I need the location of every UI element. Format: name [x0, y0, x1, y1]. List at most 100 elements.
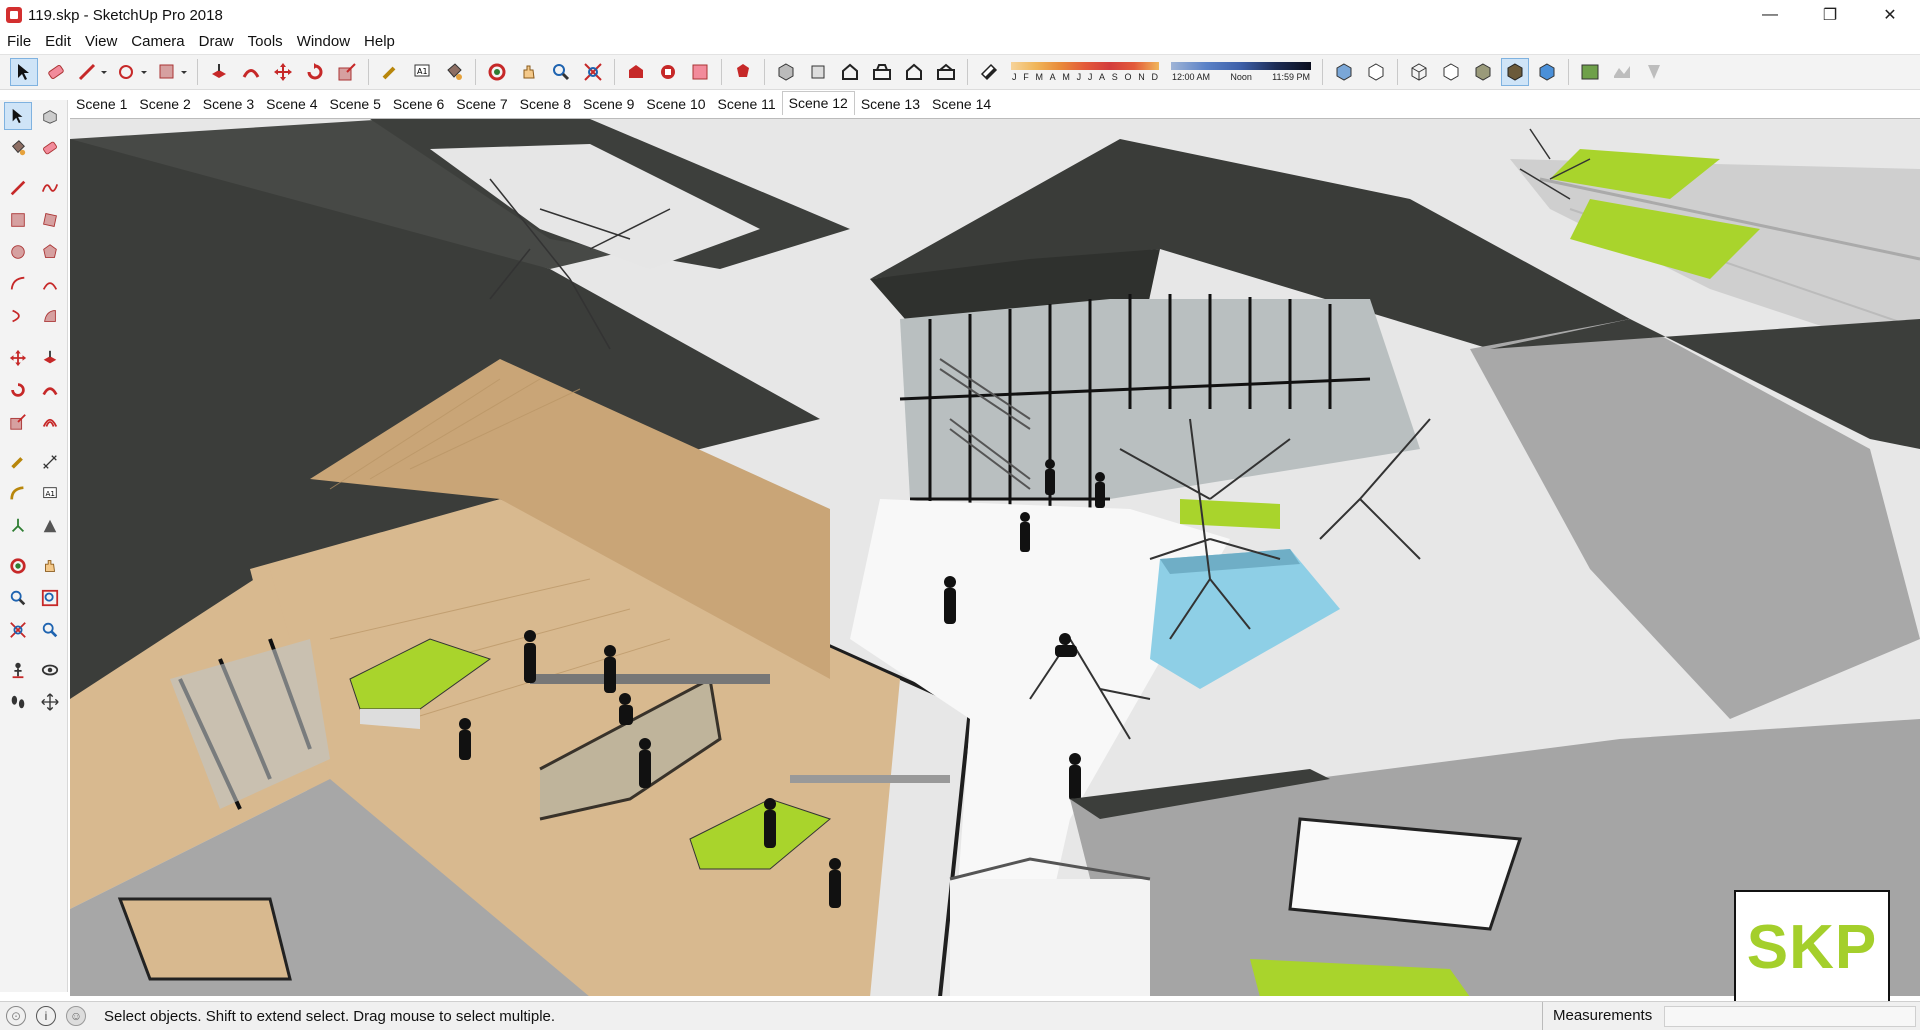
front-view-icon[interactable]: [836, 58, 864, 86]
photo-textures-icon[interactable]: [1640, 58, 1668, 86]
model-viewport[interactable]: [70, 118, 1920, 996]
shadow-toggle-icon[interactable]: [975, 58, 1003, 86]
tab-scene-11[interactable]: Scene 11: [712, 93, 782, 115]
menu-edit[interactable]: Edit: [38, 33, 78, 50]
tab-scene-9[interactable]: Scene 9: [577, 93, 640, 115]
back-view-icon[interactable]: [900, 58, 928, 86]
close-button[interactable]: ✕: [1860, 0, 1920, 30]
move-tool-icon[interactable]: [4, 344, 32, 372]
previous-view-icon[interactable]: [36, 616, 64, 644]
minimize-button[interactable]: —: [1740, 0, 1800, 30]
three-point-arc-icon[interactable]: [4, 302, 32, 330]
orbit-icon[interactable]: [4, 552, 32, 580]
section-plane-icon[interactable]: [36, 688, 64, 716]
maximize-button[interactable]: ❐: [1800, 0, 1860, 30]
monochrome-icon[interactable]: [1533, 58, 1561, 86]
scale-tool-icon[interactable]: [4, 408, 32, 436]
shaded-textures-icon[interactable]: [1501, 58, 1529, 86]
tab-scene-8[interactable]: Scene 8: [514, 93, 577, 115]
zoom-icon[interactable]: [4, 584, 32, 612]
rotate-tool-icon[interactable]: [301, 58, 329, 86]
toggle-terrain-icon[interactable]: [1608, 58, 1636, 86]
offset-tool-icon[interactable]: [36, 408, 64, 436]
rotate-tool-icon[interactable]: [4, 376, 32, 404]
two-point-arc-icon[interactable]: [36, 270, 64, 298]
tab-scene-3[interactable]: Scene 3: [197, 93, 260, 115]
arc-tool-icon[interactable]: [4, 270, 32, 298]
zoom-icon[interactable]: [547, 58, 575, 86]
shape-tool-icon[interactable]: [114, 58, 150, 86]
shadow-month-slider[interactable]: J F M A M J J A S O N D: [1011, 57, 1159, 87]
ruby-icon[interactable]: [729, 58, 757, 86]
tab-scene-6[interactable]: Scene 6: [387, 93, 450, 115]
tab-scene-14[interactable]: Scene 14: [926, 93, 997, 115]
geo-location-icon[interactable]: ⊙: [6, 1006, 26, 1026]
follow-me-icon[interactable]: [36, 376, 64, 404]
rotated-rectangle-icon[interactable]: [36, 206, 64, 234]
push-pull-icon[interactable]: [205, 58, 233, 86]
zoom-window-icon[interactable]: [36, 584, 64, 612]
time-gradient[interactable]: [1171, 62, 1311, 70]
shadow-time-slider[interactable]: 12:00 AM Noon 11:59 PM: [1171, 57, 1311, 87]
pan-icon[interactable]: [515, 58, 543, 86]
menu-view[interactable]: View: [78, 33, 124, 50]
menu-camera[interactable]: Camera: [124, 33, 191, 50]
menu-window[interactable]: Window: [290, 33, 357, 50]
make-component-icon[interactable]: [36, 102, 64, 130]
protractor-icon[interactable]: [4, 480, 32, 508]
shaded-icon[interactable]: [1469, 58, 1497, 86]
eraser-icon[interactable]: [36, 134, 64, 162]
zoom-extents-icon[interactable]: [4, 616, 32, 644]
zoom-extents-icon[interactable]: [579, 58, 607, 86]
add-location-icon[interactable]: [1576, 58, 1604, 86]
rectangle-tool-icon[interactable]: [4, 206, 32, 234]
tab-scene-5[interactable]: Scene 5: [324, 93, 387, 115]
rectangle-tool-icon[interactable]: [154, 58, 190, 86]
pan-icon[interactable]: [36, 552, 64, 580]
move-tool-icon[interactable]: [269, 58, 297, 86]
text-tool-icon[interactable]: A1: [36, 480, 64, 508]
walk-icon[interactable]: [4, 688, 32, 716]
menu-file[interactable]: File: [0, 33, 38, 50]
position-camera-icon[interactable]: [4, 656, 32, 684]
tab-scene-10[interactable]: Scene 10: [640, 93, 711, 115]
polygon-tool-icon[interactable]: [36, 238, 64, 266]
menu-help[interactable]: Help: [357, 33, 402, 50]
paint-bucket-icon[interactable]: [4, 134, 32, 162]
month-gradient[interactable]: [1011, 62, 1159, 70]
tab-scene-7[interactable]: Scene 7: [450, 93, 513, 115]
wireframe-icon[interactable]: [1405, 58, 1433, 86]
line-tool-icon[interactable]: [4, 174, 32, 202]
right-view-icon[interactable]: [868, 58, 896, 86]
freehand-icon[interactable]: [36, 174, 64, 202]
tab-scene-1[interactable]: Scene 1: [70, 93, 133, 115]
tab-scene-2[interactable]: Scene 2: [133, 93, 196, 115]
push-pull-icon[interactable]: [36, 344, 64, 372]
menu-tools[interactable]: Tools: [241, 33, 290, 50]
tape-measure-icon[interactable]: [376, 58, 404, 86]
tab-scene-4[interactable]: Scene 4: [260, 93, 323, 115]
tape-measure-icon[interactable]: [4, 448, 32, 476]
top-view-icon[interactable]: [804, 58, 832, 86]
look-around-icon[interactable]: [36, 656, 64, 684]
eraser-icon[interactable]: [42, 58, 70, 86]
line-tool-icon[interactable]: [74, 58, 110, 86]
select-tool-icon[interactable]: [10, 58, 38, 86]
follow-me-icon[interactable]: [237, 58, 265, 86]
iso-view-icon[interactable]: [772, 58, 800, 86]
extension-warehouse-icon[interactable]: [654, 58, 682, 86]
left-view-icon[interactable]: [932, 58, 960, 86]
tab-scene-13[interactable]: Scene 13: [855, 93, 926, 115]
model-render[interactable]: [70, 119, 1920, 996]
info-icon[interactable]: i: [36, 1006, 56, 1026]
hidden-line-icon[interactable]: [1437, 58, 1465, 86]
paint-bucket-icon[interactable]: [440, 58, 468, 86]
back-edges-icon[interactable]: [1362, 58, 1390, 86]
dimension-tool-icon[interactable]: [36, 448, 64, 476]
scale-tool-icon[interactable]: [333, 58, 361, 86]
circle-tool-icon[interactable]: [4, 238, 32, 266]
text-tool-icon[interactable]: A1: [408, 58, 436, 86]
tab-scene-12[interactable]: Scene 12: [781, 91, 855, 115]
3d-text-icon[interactable]: [36, 512, 64, 540]
orbit-icon[interactable]: [483, 58, 511, 86]
